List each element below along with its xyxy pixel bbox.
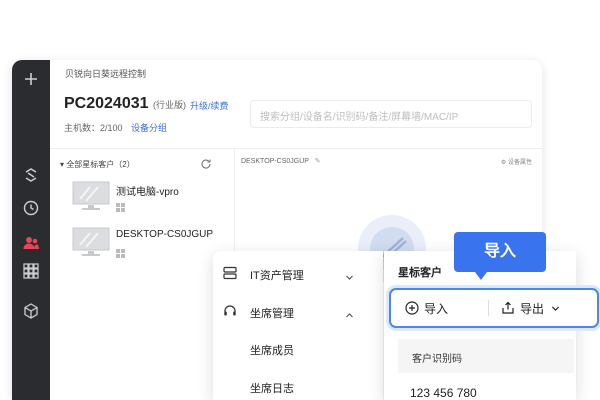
monitor-icon bbox=[72, 227, 110, 257]
device-group-link[interactable]: 设备分组 bbox=[131, 123, 167, 133]
windows-icon bbox=[116, 199, 125, 212]
device-row[interactable]: DESKTOP-CS0JGUP bbox=[72, 227, 232, 263]
chevron-down-icon bbox=[551, 306, 560, 311]
page: 贝锐向日葵远程控制 PC2024031 (行业版) 升级/续费 主机数：2/10… bbox=[0, 0, 600, 400]
host-count-line: 主机数：2/100 设备分组 bbox=[64, 121, 167, 134]
headset-icon bbox=[223, 304, 237, 318]
clock-icon[interactable] bbox=[22, 199, 40, 217]
export-button[interactable]: 导出 bbox=[501, 298, 566, 318]
group-label: 全部星标客户（2） bbox=[66, 160, 135, 169]
device-id: PC2024031 bbox=[64, 95, 149, 112]
import-tooltip: 导入 bbox=[454, 232, 546, 272]
detail-device-name: DESKTOP-CS0JGUP bbox=[241, 158, 309, 165]
group-header[interactable]: ▾ 全部星标客户（2） bbox=[60, 159, 135, 170]
button-divider bbox=[488, 300, 489, 316]
import-button[interactable]: 导入 bbox=[405, 298, 448, 318]
device-list-pane: ▾ 全部星标客户（2） 测试电脑-vpro DESKTOP-CS0JGUP bbox=[50, 148, 235, 400]
device-properties-link[interactable]: ⚙ 设备属性 bbox=[501, 157, 532, 166]
window-title: 贝锐向日葵远程控制 bbox=[65, 69, 147, 79]
import-export-button-group: 导入 导出 bbox=[389, 288, 599, 328]
export-label: 导出 bbox=[520, 301, 545, 316]
remote-link-icon[interactable] bbox=[22, 166, 40, 184]
refresh-icon[interactable] bbox=[200, 157, 212, 169]
windows-icon bbox=[116, 245, 125, 258]
chevron-down-icon bbox=[345, 269, 354, 280]
settings-icon: ⚙ bbox=[500, 160, 507, 166]
add-icon[interactable] bbox=[22, 70, 40, 88]
icon-rail bbox=[12, 60, 50, 400]
upgrade-link[interactable]: 升级/续费 bbox=[190, 99, 229, 112]
monitor-icon bbox=[72, 181, 110, 211]
upload-icon bbox=[502, 301, 514, 314]
tooltip-arrow bbox=[475, 272, 487, 280]
menu-item-it-assets[interactable]: IT资产管理 bbox=[213, 255, 383, 291]
edit-icon[interactable]: ✎ bbox=[315, 158, 321, 165]
search-input[interactable]: 搜索分组/设备名/识别码/备注/屏幕墙/MAC/IP bbox=[250, 100, 532, 128]
feature-menu: IT资产管理 坐席管理 坐席成员 坐席日志 bbox=[213, 251, 383, 400]
detail-device-title: DESKTOP-CS0JGUP ✎ bbox=[241, 157, 321, 165]
menu-item-seat-management[interactable]: 坐席管理 bbox=[213, 293, 383, 329]
import-label: 导入 bbox=[424, 301, 449, 316]
device-properties-label: 设备属性 bbox=[507, 160, 532, 166]
client-id-value[interactable]: 123 456 780 bbox=[410, 386, 477, 400]
submenu-item-seat-logs[interactable]: 坐席日志 bbox=[250, 380, 294, 396]
server-icon bbox=[223, 266, 237, 280]
device-id-title: PC2024031 (行业版) bbox=[64, 95, 186, 113]
chevron-up-icon bbox=[345, 307, 354, 318]
caret-down-icon: ▾ bbox=[60, 160, 65, 169]
menu-item-label: 坐席管理 bbox=[250, 308, 294, 320]
device-name: 测试电脑-vpro bbox=[116, 187, 179, 198]
plus-circle-icon bbox=[405, 301, 419, 315]
cube-icon[interactable] bbox=[22, 302, 40, 320]
submenu-item-seat-members[interactable]: 坐席成员 bbox=[250, 342, 294, 358]
menu-item-label: IT资产管理 bbox=[250, 270, 304, 282]
edition-label: (行业版) bbox=[152, 100, 186, 110]
apps-grid-icon[interactable] bbox=[22, 262, 40, 280]
clients-icon[interactable] bbox=[22, 234, 40, 252]
device-name: DESKTOP-CS0JGUP bbox=[116, 229, 214, 240]
device-row[interactable]: 测试电脑-vpro bbox=[72, 181, 232, 217]
host-count: 主机数：2/100 bbox=[64, 123, 123, 133]
